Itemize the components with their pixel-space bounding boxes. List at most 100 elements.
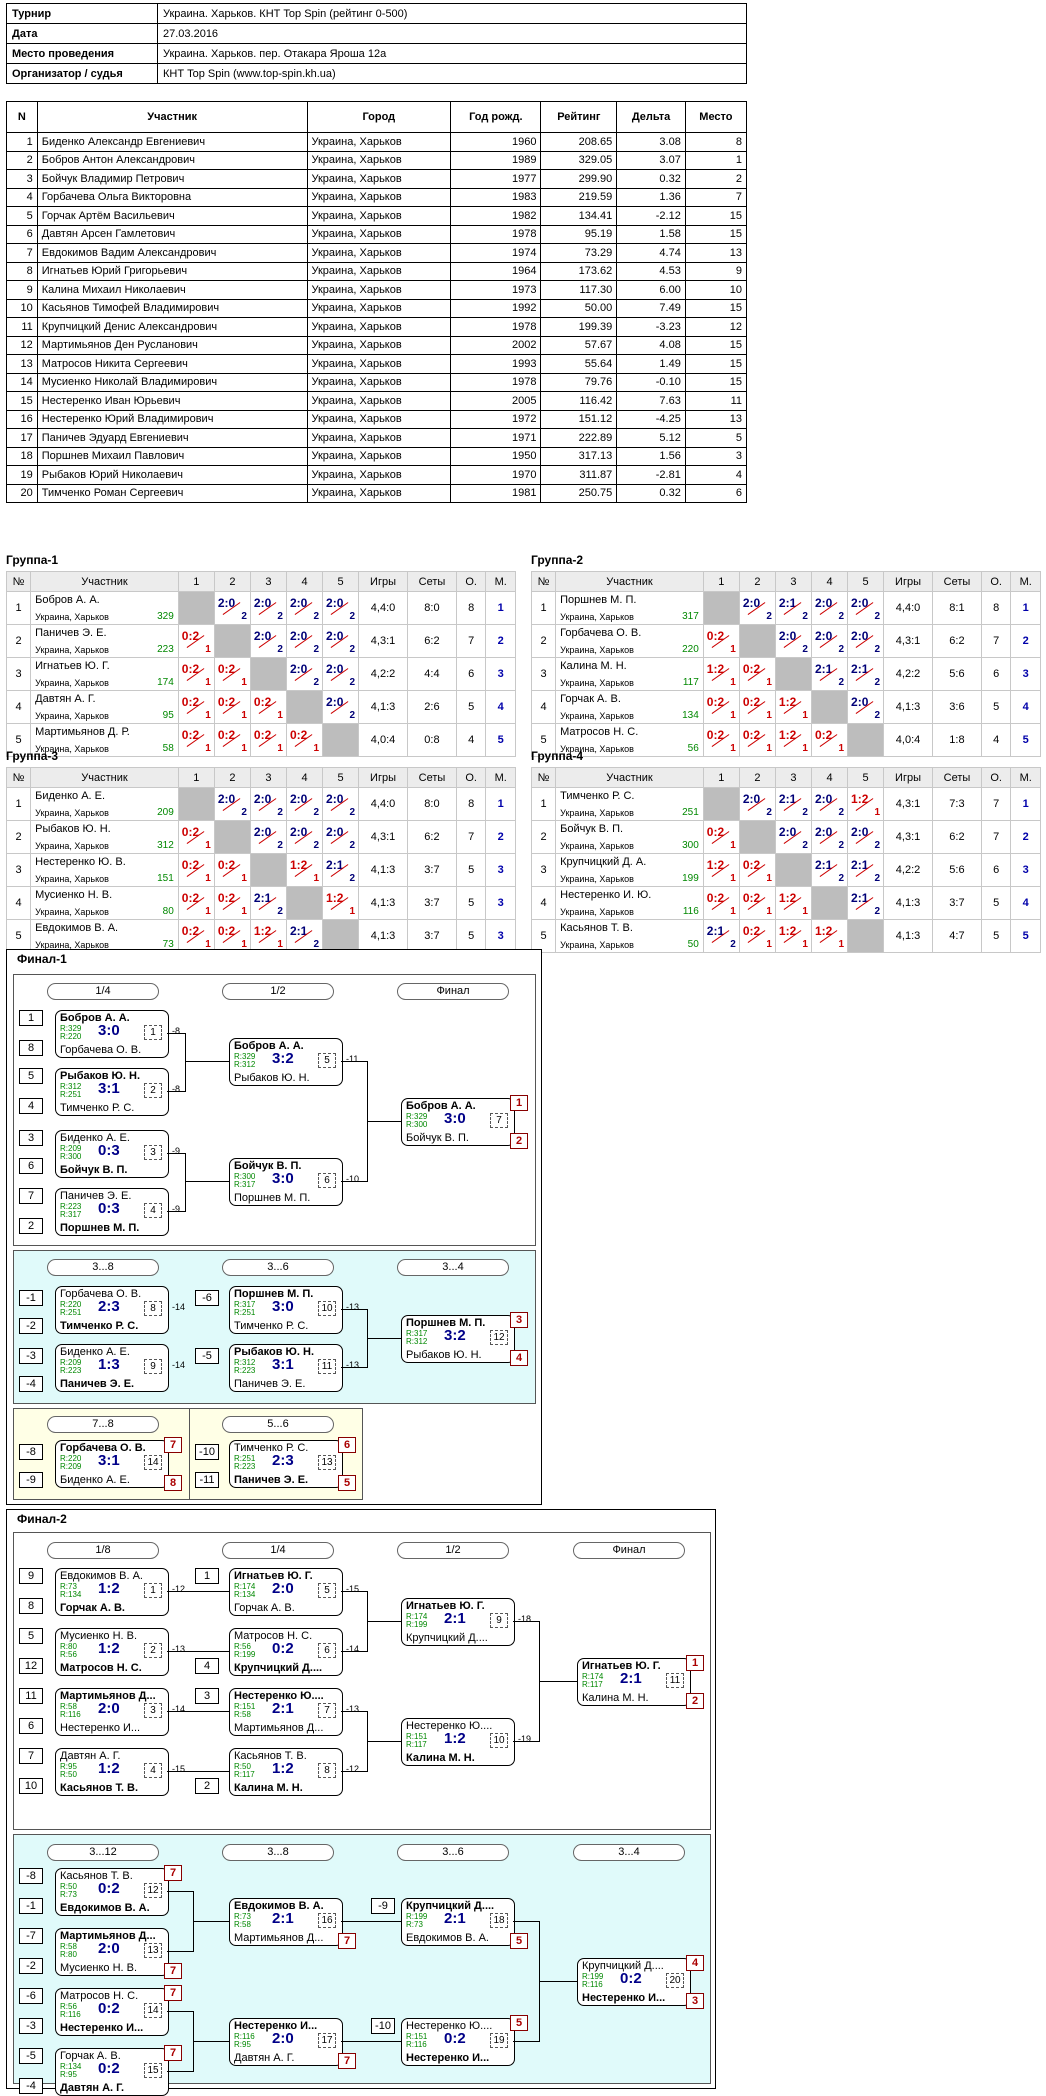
match-points: 2 <box>766 611 772 622</box>
match-number: 6 <box>318 1643 336 1658</box>
loser-destination: -19 <box>518 1734 532 1744</box>
bracket-line <box>167 2011 193 2012</box>
participants-cell: 1978 <box>450 372 542 392</box>
group-player: Рыбаков Ю. Н. Украина, Харьков 312 <box>30 820 179 854</box>
match-number: 17 <box>318 2033 336 2048</box>
group-games: 4,0:4 <box>358 723 408 757</box>
score-cell: 2:0 2 <box>322 787 360 821</box>
match-points: 1 <box>730 710 736 721</box>
seed-number: -6 <box>195 1290 219 1306</box>
bracket-line <box>341 1367 367 1368</box>
participants-cell: 16 <box>6 409 38 429</box>
group-header: О. <box>455 571 487 592</box>
loser-destination: -13 <box>346 1704 360 1714</box>
match-result: 2:1 <box>620 1670 642 1687</box>
group-header: Игры <box>358 767 408 788</box>
participants-cell: 7.63 <box>616 391 686 411</box>
seed-number: -10 <box>195 1444 219 1460</box>
score-cell: 0:2 1 <box>738 657 776 691</box>
player-city: Украина, Харьков <box>560 678 634 688</box>
group-header: М. <box>1010 767 1041 788</box>
bracket-match: Матросов Н. С. R:56 R:199 0:2 Крупчицкий Д..… <box>229 1628 343 1676</box>
match-points: 1 <box>766 710 772 721</box>
score-cell <box>177 591 215 625</box>
group-games: 4,2:2 <box>883 853 933 887</box>
match-result: 2:0 <box>98 1700 120 1717</box>
place-badge: 7 <box>164 1865 182 1881</box>
group-sets: 6:2 <box>931 624 982 658</box>
score-cell: 2:1 2 <box>810 657 849 691</box>
match-rating-2: R:251 <box>234 1308 256 1317</box>
player-city: Украина, Харьков <box>35 874 109 884</box>
group-row: 2 Рыбаков Ю. Н. Украина, Харьков 312 0:2 1 2:0… <box>5 820 516 854</box>
match-player-2: Калина М. Н. <box>406 1752 475 1764</box>
participants-cell: 5.12 <box>616 428 686 448</box>
participants-cell: 8 <box>684 132 748 152</box>
match-result: 0:2 <box>444 2030 466 2047</box>
bracket-match: Евдокимов В. А. R:73 R:134 1:2 Горчак А. В. 1 <box>55 1568 169 1616</box>
info-value: 27.03.2016 <box>157 23 747 44</box>
match-points: 1 <box>205 677 211 688</box>
seed-number: -9 <box>371 1898 395 1914</box>
player-rating: 312 <box>157 840 174 851</box>
group-sets: 5:6 <box>931 853 982 887</box>
score-cell <box>774 853 812 887</box>
seed-number: 6 <box>19 1718 43 1734</box>
participants-cell: 15 <box>6 391 38 411</box>
place-badge: 7 <box>338 1933 356 1949</box>
table-row: 18 Поршнев Михаил Павлович Украина, Харько… <box>6 446 748 466</box>
score-cell <box>322 919 360 953</box>
match-points: 2 <box>349 644 356 655</box>
participants-cell: Украина, Харьков <box>306 446 452 466</box>
match-result: 3:1 <box>98 1452 120 1469</box>
group-place: 5 <box>485 723 516 757</box>
bracket-line <box>167 2071 193 2072</box>
player-city: Украина, Харьков <box>560 940 634 950</box>
participants-cell: 299.90 <box>540 169 618 189</box>
group-row: 3 Крупчицкий Д. А. Украина, Харьков 199 1:2 1… <box>530 853 1041 887</box>
group-row: 5 Мартимьянов Д. Р. Украина, Харьков 58 0:2 1… <box>5 723 516 757</box>
group-games: 4,0:4 <box>883 723 933 757</box>
match-points: 1 <box>205 743 211 754</box>
group-place: 2 <box>1010 820 1041 854</box>
score-cell: 0:2 1 <box>213 657 251 691</box>
participants-cell: 6.00 <box>616 280 686 300</box>
group-header: М. <box>485 571 516 592</box>
group-header: 5 <box>322 767 360 788</box>
score-cell: 0:2 1 <box>213 919 251 953</box>
group-header: 4 <box>285 767 324 788</box>
match-points: 1 <box>874 807 881 818</box>
group-row-number: 2 <box>5 624 32 658</box>
place-badge: 6 <box>338 1437 356 1453</box>
participants-cell: Украина, Харьков <box>306 206 452 226</box>
score-cell: 0:2 1 <box>213 853 251 887</box>
participants-cell: Украина, Харьков <box>306 132 452 152</box>
player-rating: 50 <box>687 939 699 950</box>
seed-number: -1 <box>19 1290 43 1306</box>
table-row: 14 Мусиенко Николай Владимирович Украина, … <box>6 372 748 392</box>
participants-cell: 50.00 <box>540 298 618 318</box>
score-cell: 2:1 2 <box>774 787 812 821</box>
seed-number: 3 <box>19 1130 43 1146</box>
bracket-match: Бобров А. А. R:329 R:312 3:2 Рыбаков Ю. Н. 5 <box>229 1038 343 1086</box>
bracket-line <box>167 1771 229 1772</box>
table-row: 20 Тимченко Роман Сергеевич Украина, Харьк… <box>6 483 748 503</box>
match-result: 1:3 <box>98 1356 120 1373</box>
group-points: 5 <box>455 690 487 724</box>
match-number: 11 <box>666 1673 684 1688</box>
score-cell: 0:2 1 <box>810 723 849 757</box>
match-points: 2 <box>241 807 247 818</box>
group-header: Игры <box>883 767 933 788</box>
group-header: М. <box>485 767 516 788</box>
bracket-match: Бойчук В. П. R:300 R:317 3:0 Поршнев М. П. 6 <box>229 1158 343 1206</box>
info-row: Место проведения Украина. Харьков. пер. О… <box>6 43 747 64</box>
match-points: 2 <box>349 611 356 622</box>
score-cell: 2:0 2 <box>810 624 849 658</box>
score-cell: 2:0 2 <box>810 591 849 625</box>
score-cell <box>213 624 251 658</box>
player-city: Украина, Харьков <box>35 841 109 851</box>
participants-cell: 1983 <box>450 187 542 207</box>
participants-cell: 10 <box>6 298 38 318</box>
participants-cell: Рыбаков Юрий Николаевич <box>36 465 308 485</box>
participants-cell: Украина, Харьков <box>306 335 452 355</box>
